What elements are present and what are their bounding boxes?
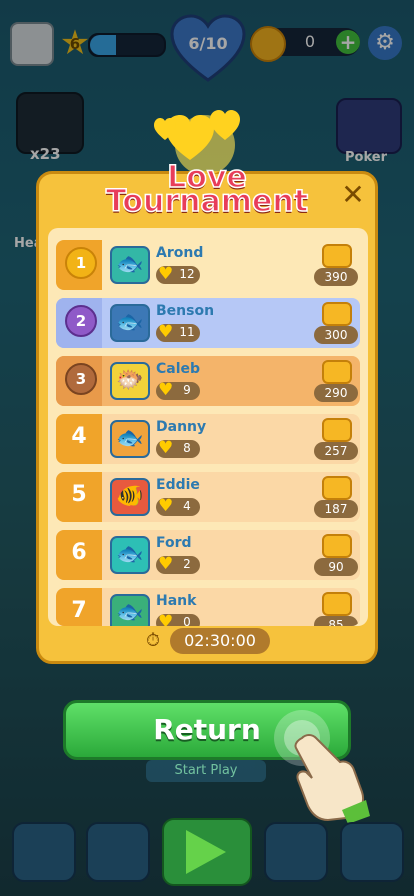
- heart-icon: ♥: [158, 438, 174, 458]
- player-name: Arond: [156, 245, 204, 261]
- coin-stack-icon: [322, 534, 352, 558]
- player-hearts: 8: [183, 441, 191, 455]
- player-hearts: 4: [183, 499, 191, 513]
- rank-medal-icon: 3: [65, 363, 97, 395]
- player-name: Caleb: [156, 361, 201, 377]
- heart-icon: ♥: [158, 322, 174, 342]
- leaderboard-row: 3 🐡 Caleb ♥ 9 290: [56, 356, 360, 406]
- player-hearts: 9: [183, 383, 191, 397]
- coin-stack-icon: [322, 244, 352, 268]
- player-name: Benson: [156, 303, 215, 319]
- player-score: 85: [314, 616, 358, 626]
- coin-stack-icon: [322, 418, 352, 442]
- rank-number: 5: [71, 482, 87, 507]
- coin-stack-icon: [322, 302, 352, 326]
- leaderboard-row: 6 🐟 Ford ♥ 2 90: [56, 530, 360, 580]
- pointing-hand-icon: [274, 710, 370, 824]
- nav-puzzle-button[interactable]: [12, 822, 76, 882]
- coin-stack-icon: [322, 592, 352, 616]
- leaderboard-row: 7 🐟 Hank ♥ 0 85: [56, 588, 360, 626]
- heart-icon: ♥: [158, 380, 174, 400]
- player-avatar-fish-icon: 🐟: [110, 594, 150, 626]
- rank-number: 4: [71, 424, 87, 449]
- leaderboard-row: 4 🐟 Danny ♥ 8 257: [56, 414, 360, 464]
- player-hearts: 2: [183, 557, 191, 571]
- player-avatar-fish-icon: 🐠: [110, 478, 150, 516]
- leaderboard-row: 5 🐠 Eddie ♥ 4 187: [56, 472, 360, 522]
- player-score: 390: [314, 268, 358, 286]
- player-hearts: 12: [179, 267, 195, 281]
- rank-medal-icon: 1: [65, 247, 97, 279]
- timer-icon: ⏱: [145, 630, 161, 651]
- player-hearts: 0: [183, 615, 191, 626]
- heart-icon: ♥: [158, 612, 174, 626]
- player-name: Danny: [156, 419, 207, 435]
- leaderboard-row: 1 🐟 Arond ♥ 12 390: [56, 240, 360, 290]
- dialog-title-line2: Tournament: [105, 183, 309, 220]
- leaderboard-row: 2 🐟 Benson ♥ 11 300: [56, 298, 360, 348]
- player-avatar-fish-icon: 🐟: [110, 304, 150, 342]
- rank-number: 7: [71, 598, 87, 623]
- heart-icon: ♥: [158, 554, 174, 574]
- play-icon: [186, 830, 226, 874]
- player-name: Ford: [156, 535, 192, 551]
- nav-lock-button[interactable]: [340, 822, 404, 882]
- heart-icon: ♥: [158, 264, 174, 284]
- player-hearts: 11: [179, 325, 195, 339]
- player-score: 90: [314, 558, 358, 576]
- player-avatar-fish-icon: 🐡: [110, 362, 150, 400]
- player-name: Eddie: [156, 477, 200, 493]
- heart-icon: ♥: [158, 496, 174, 516]
- rank-number: 6: [71, 540, 87, 565]
- player-avatar-fish-icon: 🐟: [110, 420, 150, 458]
- close-icon[interactable]: ✕: [338, 180, 368, 210]
- player-avatar-fish-icon: 🐟: [110, 246, 150, 284]
- player-score: 257: [314, 442, 358, 460]
- nav-calculator-button[interactable]: [264, 822, 328, 882]
- nav-book-button[interactable]: [86, 822, 150, 882]
- coin-stack-icon: [322, 360, 352, 384]
- player-score: 187: [314, 500, 358, 518]
- player-score: 300: [314, 326, 358, 344]
- rank-medal-icon: 2: [65, 305, 97, 337]
- tournament-timer: 02:30:00: [170, 628, 270, 654]
- start-play-label: Start Play: [146, 760, 266, 782]
- player-score: 290: [314, 384, 358, 402]
- coin-stack-icon: [322, 476, 352, 500]
- player-name: Hank: [156, 593, 197, 609]
- player-avatar-fish-icon: 🐟: [110, 536, 150, 574]
